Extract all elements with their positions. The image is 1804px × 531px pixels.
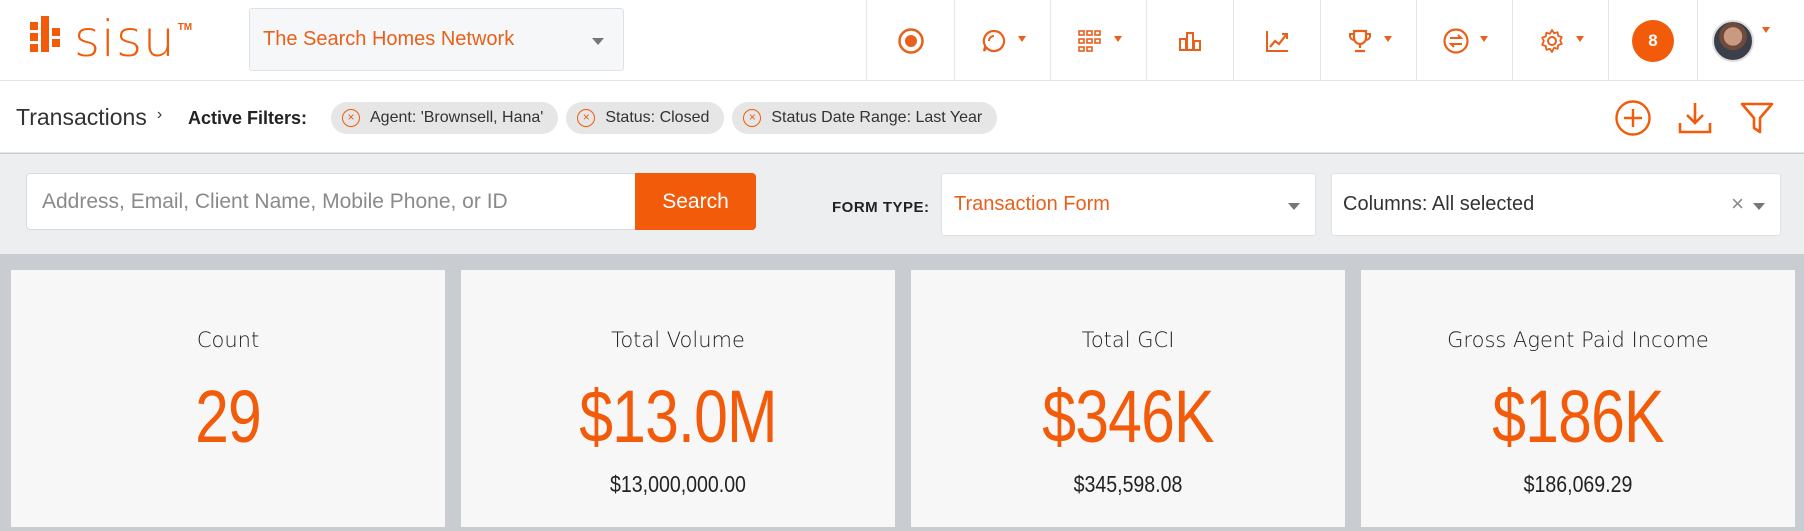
search-row: Search FORM TYPE: Transaction Form Colum… [0,154,1804,254]
chevron-down-icon [1383,35,1392,42]
chevron-down-icon [1575,35,1584,42]
transfer-icon [1442,27,1469,54]
nav-item-settings[interactable] [1512,0,1608,81]
stat-value: 29 [195,375,262,458]
chevron-down-icon [1762,26,1770,33]
close-icon[interactable]: × [743,109,762,127]
filter-chip-label: Status: Closed [605,109,710,126]
filter-chip-label: Status Date Range: Last Year [771,109,983,126]
team-selector-value: The Search Homes Network [263,28,515,50]
columns-value: Columns: All selected [1343,193,1535,215]
close-icon[interactable]: × [577,109,596,127]
clear-icon[interactable]: × [1731,191,1744,217]
logo-trademark: TM [177,22,193,33]
columns-select[interactable]: Columns: All selected × [1331,173,1781,236]
stat-card-total-gci: Total GCI $346K $345,598.08 [911,270,1345,527]
nav-item-leaderboard[interactable] [1146,0,1233,81]
filter-chip: × Status Date Range: Last Year [732,102,998,134]
filter-chip: × Status: Closed [566,102,725,134]
top-navigation-bar: sisu TM The Search Homes Network 8 [0,0,1804,81]
nav-item-boards[interactable] [1050,0,1146,81]
gear-icon [1540,28,1563,53]
nav-item-contests[interactable] [1320,0,1416,81]
stat-cards: Count 29 Total Volume $13.0M $13,000,000… [0,254,1804,531]
logo-wordmark: sisu [74,10,176,68]
stat-card-count: Count 29 [11,270,445,527]
nav-item-transfers[interactable] [1416,0,1512,81]
stat-card-total-volume: Total Volume $13.0M $13,000,000.00 [461,270,895,527]
avatar [1712,19,1754,62]
trophy-icon [1348,29,1371,52]
stat-title: Count [196,328,260,352]
nav-item-reports[interactable] [1233,0,1320,81]
notification-badge: 8 [1632,19,1674,62]
chevron-down-icon [592,38,604,45]
nav-item-conversations[interactable] [954,0,1050,81]
toolbar-actions [1614,99,1776,137]
bar-chart-icon [1179,31,1201,51]
stat-detail: $186,069.29 [1523,471,1633,497]
chevron-right-icon: › [156,105,163,123]
main-nav: 8 [866,0,1800,81]
stat-value: $346K [1042,375,1214,458]
stat-card-gross-agent-paid-income: Gross Agent Paid Income $186K $186,069.2… [1361,270,1795,527]
stat-detail: $13,000,000.00 [610,471,746,497]
grid-icon [1077,29,1101,52]
chevron-down-icon [1113,35,1122,42]
filter-chip-label: Agent: 'Brownsell, Hana' [370,109,544,126]
filter-bar: Transactions › Active Filters: × Agent: … [0,81,1804,153]
target-icon [897,27,924,54]
form-type-select[interactable]: Transaction Form [941,173,1316,236]
team-selector[interactable]: The Search Homes Network [249,8,624,71]
search-input[interactable] [26,173,636,230]
sisu-logo[interactable]: sisu TM [30,14,192,64]
active-filters-label: Active Filters: [188,108,308,128]
nav-item-notifications[interactable]: 8 [1608,0,1697,81]
chevron-down-icon [1288,203,1300,210]
stat-title: Total GCI [1081,328,1175,352]
close-icon[interactable]: × [342,109,360,127]
stat-detail: $345,598.08 [1073,471,1183,497]
filter-chip: × Agent: 'Brownsell, Hana' [331,102,559,134]
chevron-down-icon [1753,203,1765,210]
chevron-down-icon [1479,35,1488,42]
chat-icon [982,29,1005,52]
download-icon[interactable] [1676,99,1714,137]
stat-title: Total Volume [611,328,745,352]
form-type-value: Transaction Form [954,193,1110,215]
chevron-down-icon [1017,35,1026,42]
nav-item-profile[interactable] [1697,0,1800,81]
stat-title: Gross Agent Paid Income [1447,328,1709,352]
stat-value: $13.0M [579,375,777,458]
breadcrumb[interactable]: Transactions › [16,104,162,131]
trend-icon [1266,30,1288,52]
breadcrumb-label: Transactions [16,104,147,130]
search-button[interactable]: Search [635,173,756,230]
logo-mark-icon [30,16,70,62]
stat-value: $186K [1492,375,1664,458]
nav-item-goals[interactable] [866,0,954,81]
form-type-label: FORM TYPE: [832,199,930,216]
filter-chips: × Agent: 'Brownsell, Hana' × Status: Clo… [331,102,998,134]
filter-icon[interactable] [1738,99,1776,137]
add-transaction-icon[interactable] [1614,99,1652,137]
